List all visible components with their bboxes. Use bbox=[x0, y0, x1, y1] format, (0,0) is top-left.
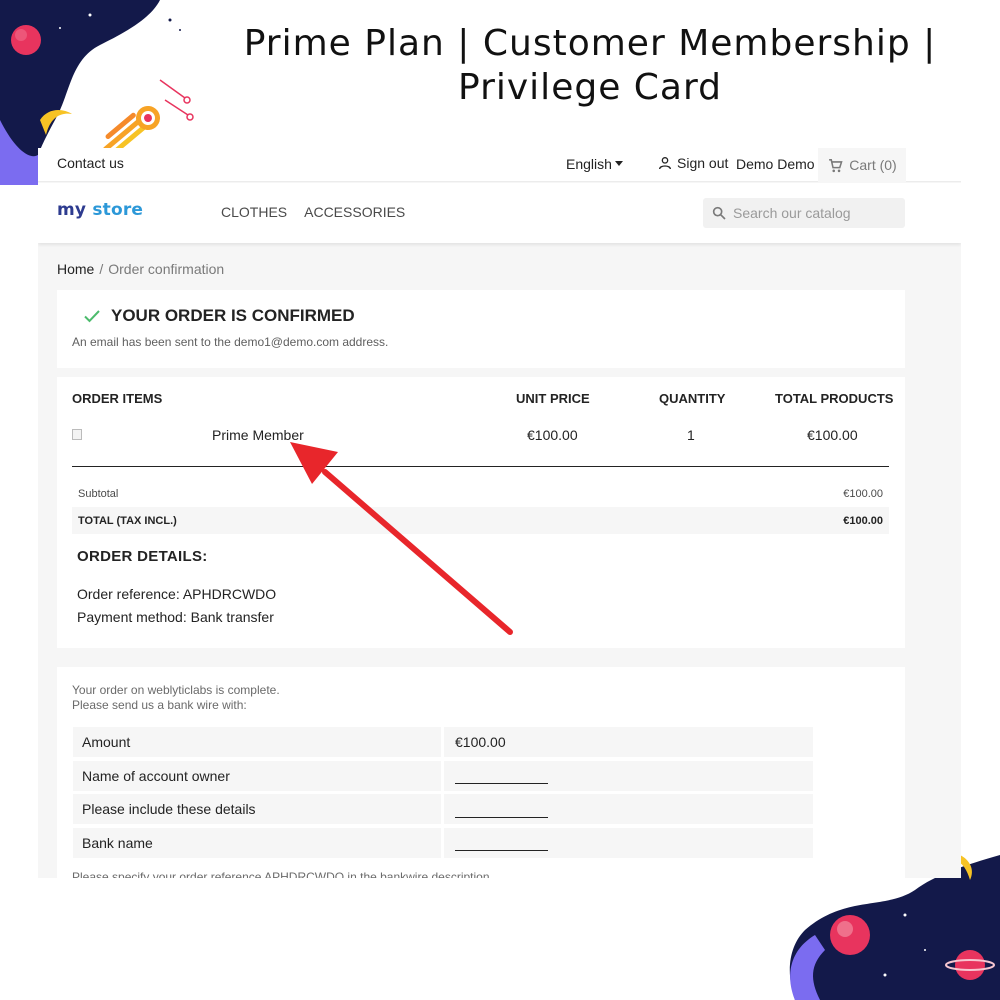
bank-wire-table: Amount €100.00 Name of account owner Ple… bbox=[73, 727, 813, 861]
logo-text-store: store bbox=[92, 200, 144, 220]
check-icon bbox=[84, 310, 100, 323]
banner-title: Prime Plan | Customer Membership | Privi… bbox=[240, 22, 940, 110]
confirmation-heading: YOUR ORDER IS CONFIRMED bbox=[83, 306, 355, 326]
order-items-card: ORDER ITEMS UNIT PRICE QUANTITY TOTAL PR… bbox=[57, 377, 905, 648]
sign-out-link[interactable]: Sign out bbox=[657, 155, 728, 171]
bank-value-amount: €100.00 bbox=[444, 727, 813, 757]
bank-wire-intro-line-1: Your order on weblyticlabs is complete. bbox=[72, 683, 280, 697]
product-image bbox=[72, 429, 82, 440]
confirmation-title: YOUR ORDER IS CONFIRMED bbox=[111, 306, 355, 325]
subtotal-value: €100.00 bbox=[843, 487, 883, 500]
breadcrumb-home[interactable]: Home bbox=[57, 261, 94, 277]
main-menu: CLOTHES ACCESSORIES bbox=[221, 204, 405, 220]
product-quantity: 1 bbox=[687, 427, 695, 443]
order-details-title: ORDER DETAILS: bbox=[77, 548, 208, 565]
sign-out-label: Sign out bbox=[677, 155, 729, 171]
total-value: €100.00 bbox=[843, 514, 883, 527]
blank-line bbox=[455, 838, 548, 851]
product-name: Prime Member bbox=[212, 427, 304, 443]
cart-button[interactable]: Cart (0) bbox=[818, 148, 906, 182]
search-input[interactable] bbox=[733, 205, 893, 221]
account-link[interactable]: Demo Demo bbox=[736, 156, 815, 172]
top-nav: Contact us English Sign out Demo Demo Ca… bbox=[38, 148, 961, 182]
bank-row-details: Please include these details bbox=[73, 794, 813, 824]
caret-down-icon bbox=[614, 160, 623, 166]
bank-value-details bbox=[444, 794, 813, 824]
cart-icon bbox=[829, 158, 843, 172]
store-header: my store CLOTHES ACCESSORIES bbox=[38, 183, 961, 243]
bank-row-amount: Amount €100.00 bbox=[73, 727, 813, 757]
bank-row-account-owner: Name of account owner bbox=[73, 760, 813, 791]
payment-method: Payment method: Bank transfer bbox=[77, 609, 274, 625]
header-quantity: QUANTITY bbox=[659, 391, 726, 406]
cart-label: Cart (0) bbox=[849, 157, 897, 173]
bank-value-bank-name bbox=[444, 827, 813, 858]
bank-label-details: Please include these details bbox=[73, 794, 441, 824]
bank-wire-card: Your order on weblyticlabs is complete. … bbox=[57, 667, 905, 878]
bank-row-bank-name: Bank name bbox=[73, 827, 813, 858]
store-screenshot: Contact us English Sign out Demo Demo Ca… bbox=[38, 148, 961, 878]
header-total-products: TOTAL PRODUCTS bbox=[775, 391, 894, 406]
total-row: TOTAL (TAX INCL.) €100.00 bbox=[72, 507, 889, 534]
items-divider bbox=[72, 466, 889, 467]
subtotal-row: Subtotal €100.00 bbox=[72, 480, 889, 507]
breadcrumb-separator: / bbox=[99, 261, 104, 277]
total-label: TOTAL (TAX INCL.) bbox=[78, 514, 177, 527]
menu-item-accessories[interactable]: ACCESSORIES bbox=[304, 204, 405, 220]
product-unit-price: €100.00 bbox=[527, 427, 578, 443]
header-unit-price: UNIT PRICE bbox=[516, 391, 590, 406]
confirmation-card: YOUR ORDER IS CONFIRMED An email has bee… bbox=[57, 290, 905, 368]
order-reference: Order reference: APHDRCWDO bbox=[77, 586, 277, 602]
search-box bbox=[703, 198, 905, 228]
search-icon[interactable] bbox=[711, 205, 727, 221]
store-logo[interactable]: my store bbox=[57, 200, 143, 220]
bank-wire-intro: Your order on weblyticlabs is complete. … bbox=[72, 683, 280, 713]
menu-item-clothes[interactable]: CLOTHES bbox=[221, 204, 287, 220]
language-selector[interactable]: English bbox=[566, 156, 623, 172]
blank-line bbox=[455, 771, 548, 784]
bank-label-bank-name: Bank name bbox=[73, 827, 441, 858]
product-total: €100.00 bbox=[807, 427, 858, 443]
bank-wire-intro-line-2: Please send us a bank wire with: bbox=[72, 698, 247, 712]
contact-us-link[interactable]: Contact us bbox=[57, 155, 124, 171]
user-icon bbox=[659, 157, 671, 170]
language-label: English bbox=[566, 156, 612, 172]
blank-line bbox=[455, 805, 548, 818]
subtotal-label: Subtotal bbox=[78, 487, 119, 500]
bank-label-account-owner: Name of account owner bbox=[73, 760, 441, 791]
banner-title-line-2: Privilege Card bbox=[458, 67, 722, 108]
banner-title-line-1: Prime Plan | Customer Membership | bbox=[243, 23, 937, 64]
email-notice: An email has been sent to the demo1@demo… bbox=[72, 335, 389, 349]
bank-wire-note: Please specify your order reference APHD… bbox=[72, 870, 493, 878]
breadcrumb-current: Order confirmation bbox=[108, 261, 225, 277]
header-order-items: ORDER ITEMS bbox=[72, 391, 163, 406]
logo-text-my: my bbox=[57, 200, 87, 220]
bank-value-account-owner bbox=[444, 760, 813, 791]
bank-label-amount: Amount bbox=[73, 727, 441, 757]
breadcrumb: Home / Order confirmation bbox=[57, 261, 224, 277]
